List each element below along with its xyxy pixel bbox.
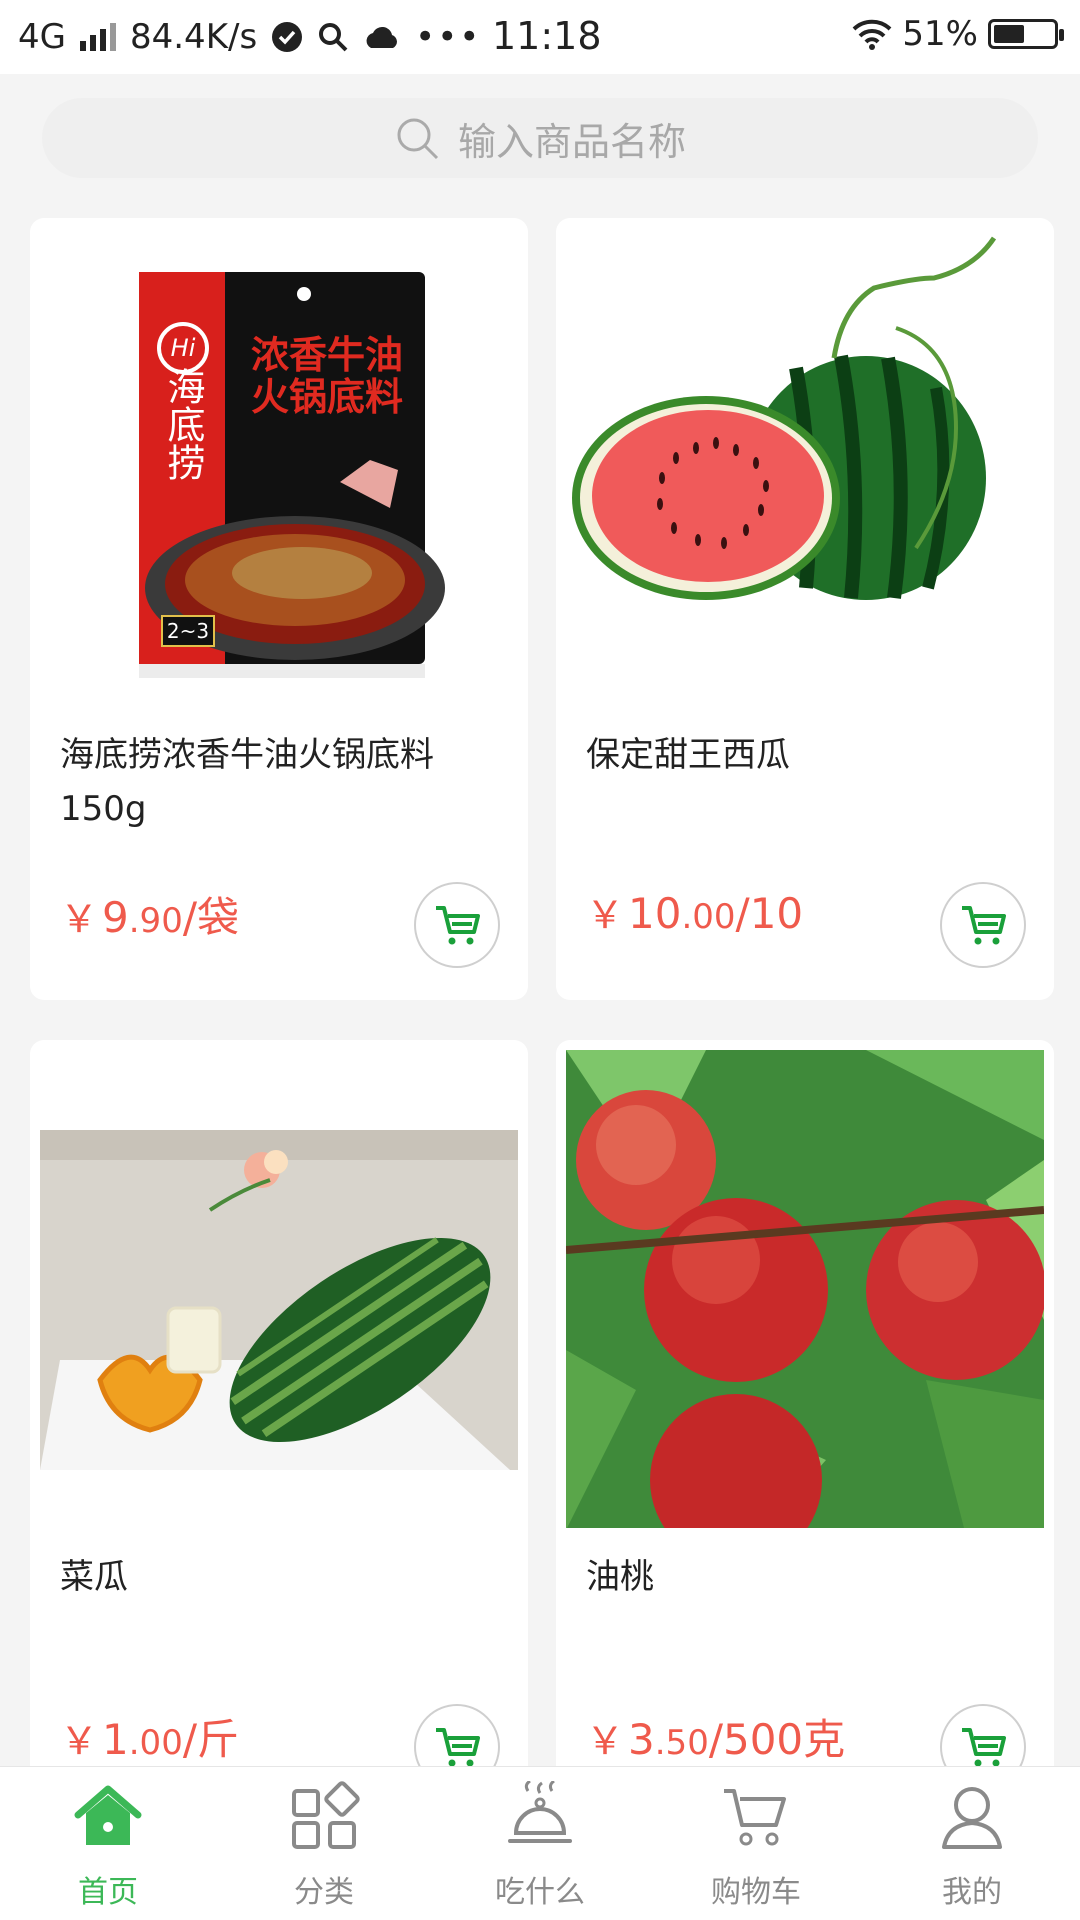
network-speed: 84.4K/s <box>129 17 258 57</box>
nav-label: 吃什么 <box>495 1875 585 1910</box>
package-title-line2: 火锅底料 <box>251 375 403 419</box>
product-name: 菜瓜 <box>60 1557 128 1597</box>
price-decimal: .50 <box>654 1723 709 1763</box>
cart-icon <box>962 906 1006 945</box>
cloud-icon <box>366 26 398 48</box>
product-price: ￥ 1 .00 /斤 <box>60 1706 239 1767</box>
serving-size-text: 2~3 <box>167 619 209 643</box>
app-screen: 4G 84.4K/s ••• 11:18 51% 输入商品名称 Hi 海底捞 浓… <box>0 0 1080 1920</box>
brand-name-text: 海底捞 <box>161 367 205 481</box>
category-icon <box>292 1781 360 1849</box>
search-icon <box>397 118 439 160</box>
price-unit: /斤 <box>182 1715 239 1764</box>
product-name: 油桃 <box>586 1557 654 1597</box>
nav-item-cart[interactable]: 购物车 <box>648 1767 864 1920</box>
search-status-icon <box>319 23 348 52</box>
product-price: ￥ 10 .00 /10 <box>586 884 803 939</box>
network-type: 4G <box>18 17 66 57</box>
cart-icon <box>724 1789 786 1846</box>
signal-icon <box>79 23 116 51</box>
product-image-nectarine <box>566 1050 1044 1528</box>
price-unit: /500克 <box>708 1715 846 1764</box>
status-bar: 4G 84.4K/s ••• 11:18 51% <box>0 0 1080 74</box>
price-integer: 3 <box>628 1715 655 1764</box>
price-unit: /10 <box>735 889 804 938</box>
add-to-cart-button[interactable] <box>414 882 500 968</box>
nav-label: 我的 <box>942 1875 1002 1910</box>
price-unit: /袋 <box>182 893 239 942</box>
nav-label: 分类 <box>294 1875 354 1910</box>
product-price: ￥ 9 .90 /袋 <box>60 884 239 945</box>
price-decimal: .00 <box>681 897 736 937</box>
price-decimal: .90 <box>128 901 183 941</box>
price-decimal: .00 <box>128 1723 183 1763</box>
nav-item-home[interactable]: 首页 <box>0 1767 216 1920</box>
battery-percent: 51% <box>902 14 978 54</box>
price-integer: 9 <box>102 893 129 942</box>
product-name: 海底捞浓香牛油火锅底料150g <box>60 735 434 829</box>
cart-icon <box>436 906 480 945</box>
product-card[interactable]: 保定甜王西瓜 ￥ 10 .00 /10 <box>556 218 1054 1000</box>
bottom-nav: 首页 分类 吃什么 购物车 我的 <box>0 1766 1080 1920</box>
user-icon <box>942 1787 1002 1849</box>
cart-icon <box>436 1728 480 1767</box>
brand-logo-text: Hi <box>171 334 196 362</box>
product-image-watermelon <box>566 228 1044 706</box>
currency-symbol: ￥ <box>60 1719 99 1763</box>
nav-label: 首页 <box>78 1875 138 1910</box>
currency-symbol: ￥ <box>586 893 625 937</box>
currency-symbol: ￥ <box>586 1719 625 1763</box>
verified-icon <box>272 22 303 52</box>
clock: 11:18 <box>492 14 602 58</box>
battery-icon <box>988 19 1064 49</box>
nav-item-what-to-eat[interactable]: 吃什么 <box>432 1767 648 1920</box>
search-placeholder: 输入商品名称 <box>457 119 686 164</box>
product-name: 保定甜王西瓜 <box>586 735 790 775</box>
product-card[interactable]: 油桃 ￥ 3 .50 /500克 <box>556 1040 1054 1800</box>
search-input[interactable]: 输入商品名称 <box>42 98 1038 178</box>
product-card[interactable]: 菜瓜 ￥ 1 .00 /斤 <box>30 1040 528 1800</box>
nav-item-profile[interactable]: 我的 <box>864 1767 1080 1920</box>
cart-icon <box>962 1728 1006 1767</box>
add-to-cart-button[interactable] <box>940 882 1026 968</box>
battery-level <box>994 25 1024 43</box>
home-icon <box>74 1785 142 1845</box>
price-integer: 10 <box>628 889 682 938</box>
product-card[interactable]: Hi 海底捞 浓香牛油 火锅底料 2~3 海底捞浓香牛油火锅底料150g ￥ 9… <box>30 218 528 1000</box>
product-image-snake-melon <box>40 1050 518 1528</box>
dish-cover-icon <box>508 1781 572 1843</box>
product-image-hotpot-base: Hi 海底捞 浓香牛油 火锅底料 2~3 <box>40 228 518 706</box>
nav-label: 购物车 <box>711 1875 801 1910</box>
price-integer: 1 <box>102 1715 129 1764</box>
more-icon: ••• <box>415 17 482 57</box>
package-title-line1: 浓香牛油 <box>251 333 403 377</box>
currency-symbol: ￥ <box>60 897 99 941</box>
product-price: ￥ 3 .50 /500克 <box>586 1706 845 1767</box>
nav-item-category[interactable]: 分类 <box>216 1767 432 1920</box>
wifi-icon <box>853 19 892 50</box>
